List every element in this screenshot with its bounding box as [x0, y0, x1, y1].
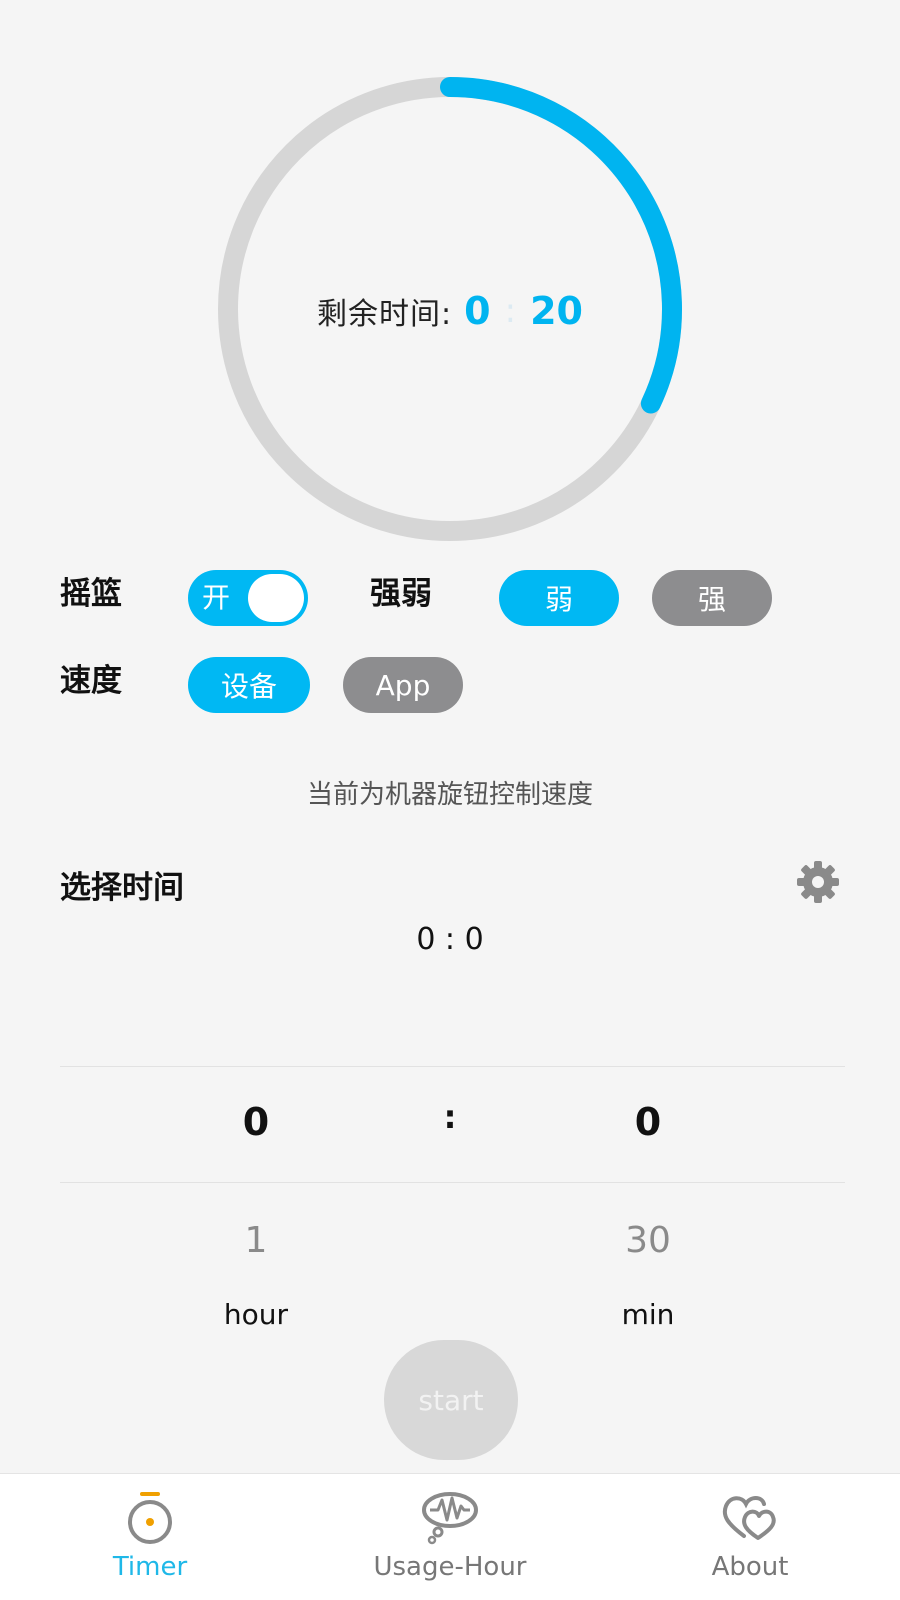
remaining-time: 剩余时间: 0 : 20 [200, 76, 700, 546]
timer-screen: 剩余时间: 0 : 20 摇篮 开 强弱 弱 强 速度 设备 App 当前为机器… [0, 0, 900, 1600]
strength-weak-button[interactable]: 弱 [499, 570, 619, 626]
nav-label-about: About [711, 1552, 789, 1582]
picker-divider-top [60, 1066, 845, 1067]
progress-ring: 剩余时间: 0 : 20 [200, 76, 700, 546]
selected-time-display: 0 : 0 [416, 922, 484, 957]
strength-strong-button[interactable]: 强 [652, 570, 772, 626]
timer-icon [120, 1488, 180, 1548]
cradle-label: 摇篮 [60, 576, 122, 612]
nav-label-usage-hour: Usage-Hour [373, 1552, 527, 1582]
hour-picker-next[interactable]: 1 [196, 1220, 316, 1261]
speed-hint-text: 当前为机器旋钮控制速度 [306, 780, 593, 810]
speed-label: 速度 [60, 663, 122, 699]
nav-item-about[interactable]: About [630, 1474, 870, 1600]
remaining-time-label: 剩余时间: [317, 297, 453, 332]
speed-app-button[interactable]: App [343, 657, 463, 713]
nav-item-usage-hour[interactable]: Usage-Hour [330, 1474, 570, 1600]
cradle-toggle-text: 开 [202, 581, 231, 614]
nav-item-timer[interactable]: Timer [30, 1474, 270, 1600]
picker-divider-bottom [60, 1182, 845, 1183]
speed-device-button[interactable]: 设备 [188, 657, 310, 713]
gear-icon[interactable] [794, 858, 842, 906]
minute-picker-selected[interactable]: 0 [588, 1100, 708, 1144]
remaining-hours: 0 [464, 289, 491, 333]
minute-unit-label: min [621, 1298, 675, 1331]
hour-picker-selected[interactable]: 0 [196, 1100, 316, 1144]
nav-label-timer: Timer [112, 1552, 188, 1582]
about-icon [720, 1488, 780, 1548]
remaining-separator: : [504, 291, 517, 331]
minute-picker-next[interactable]: 30 [588, 1220, 708, 1261]
cradle-toggle[interactable]: 开 [188, 570, 308, 626]
picker-colon: : [443, 1098, 457, 1136]
remaining-minutes: 20 [530, 289, 583, 333]
bottom-nav: Timer Usage-Hour About [0, 1473, 900, 1600]
start-button[interactable]: start [384, 1340, 518, 1460]
usage-hour-icon [420, 1488, 480, 1548]
select-time-title: 选择时间 [60, 870, 184, 906]
strength-label: 强弱 [370, 576, 432, 612]
toggle-knob [248, 574, 304, 622]
hour-unit-label: hour [223, 1298, 289, 1331]
